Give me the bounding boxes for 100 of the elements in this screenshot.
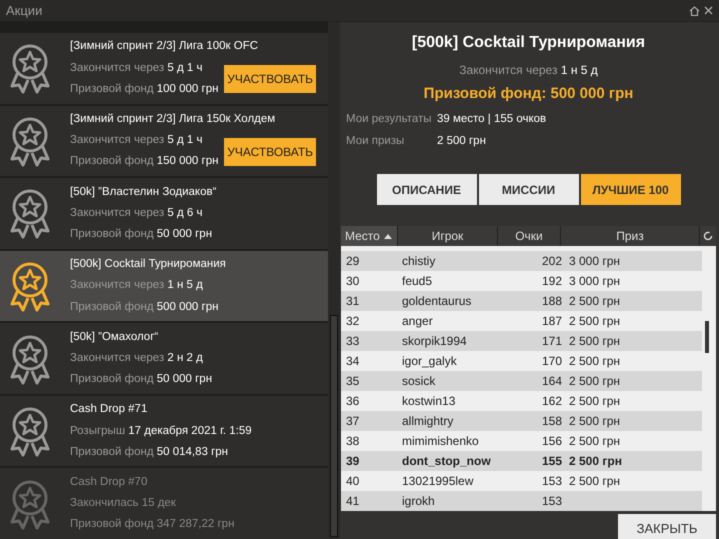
tab[interactable]: ЛУЧШИЕ 100	[580, 174, 680, 205]
scrollbar-thumb[interactable]	[705, 321, 709, 353]
tab[interactable]: МИССИИ	[478, 174, 578, 205]
place-cell-text: 29	[345, 253, 360, 270]
place-cell-text: 34	[345, 353, 360, 370]
my-prizes-label: Мои призы	[346, 134, 406, 149]
place-cell-text: 39	[345, 453, 360, 470]
prize-cell-text: 3 000 грн	[568, 253, 622, 270]
promotion-end-time: Закончится через 5 д 1 ч	[70, 133, 204, 148]
promotion-prize-fund: Призовой фонд 50 000 грн	[70, 372, 212, 388]
prize-cell-text: 3 000 грн	[568, 273, 622, 290]
promotion-item[interactable]: Cash Drop #70 Закончилась 15 дек Призовой фонд 347 287,22 грн	[0, 468, 328, 539]
promotion-end-time: Закончится через 5 д 1 ч	[70, 60, 204, 76]
prize-cell-text: 2 500 грн	[568, 433, 622, 450]
player-cell-text: igrokh	[401, 493, 436, 510]
place-cell-text: 36	[345, 393, 360, 410]
place-cell-text: 35	[345, 373, 360, 390]
end-time-text: Закончится через 1 н 5 д	[458, 62, 599, 79]
player-cell-text: skorpik1994	[401, 333, 468, 350]
promotion-end-time: Закончится через 1 н 5 д	[70, 278, 204, 294]
place-cell-text: 40	[345, 473, 360, 490]
column-header[interactable]: Место	[341, 226, 398, 246]
my-results-label: Мои результаты	[346, 112, 433, 126]
home-icon[interactable]	[689, 6, 700, 16]
my-results-value: 39 место | 155 очков	[437, 112, 546, 126]
points-cell-text: 153	[540, 473, 562, 490]
promotion-prize-fund: Призовой фонд 500 000 грн	[70, 300, 220, 315]
join-button[interactable]: УЧАСТВОВАТЬ	[224, 138, 316, 166]
close-icon[interactable]	[704, 6, 713, 15]
promotion-item[interactable]: [Зимний спринт 2/3] Лига 150к Холдем Закончится через 5 д 1 ч Призовой фонд 150 000 грн УЧАСТВОВАТЬ	[0, 106, 328, 176]
player-cell-text: kostwin13	[401, 393, 456, 410]
promotion-title: Cash Drop #71	[70, 402, 148, 418]
promotion-item[interactable]: [Зимний спринт 2/3] Лига 100к OFC Закончится через 5 д 1 ч Призовой фонд 100 000 грн УЧАСТВОВАТЬ	[0, 33, 328, 104]
prize-cell-text: 2 500 грн	[568, 353, 622, 370]
promotion-end-time: Закончилась 15 дек	[70, 496, 177, 512]
promotion-title: [50k] ”Властелин Зодиаков“	[70, 184, 216, 200]
prize-cell-text: 2 500 грн	[568, 393, 622, 410]
promotion-prize-fund: Призовой фонд 50 000 грн	[70, 227, 214, 242]
close-button[interactable]: ЗАКРЫТЬ	[618, 514, 716, 539]
promotion-item[interactable]: [50k] ”Омахолог“ Закончится через 2 н 2 д Призовой фонд 50 000 грн	[0, 323, 328, 394]
column-header[interactable]: Игрок	[398, 226, 498, 246]
sort-ascending-icon	[384, 234, 392, 238]
promotion-title: [Зимний спринт 2/3] Лига 150к Холдем	[70, 112, 276, 127]
player-cell-text: mimimishenko	[401, 433, 480, 450]
promotion-end-time: Розыгрыш 17 декабря 2021 г. 1:59	[70, 424, 252, 439]
place-cell-text: 30	[345, 273, 360, 290]
scrollbar-thumb[interactable]	[330, 315, 338, 537]
points-cell-text: 188	[540, 293, 562, 310]
prize-cell-text: 2 500 грн	[568, 473, 622, 490]
prize-cell-text: 2 500 грн	[568, 293, 622, 310]
promotion-end-time: Закончится через 5 д 6 ч	[70, 206, 204, 221]
medal-icon	[9, 478, 51, 530]
points-cell-text: 164	[540, 373, 562, 390]
column-header[interactable]: Приз	[561, 226, 700, 246]
medal-icon	[9, 332, 51, 385]
prize-cell-text: 2 500 грн	[568, 413, 622, 430]
promotion-prize-fund: Призовой фонд 50 014,83 грн	[70, 444, 230, 460]
promotion-title: [50k] ”Омахолог“	[70, 330, 160, 345]
promotion-title: [Зимний спринт 2/3] Лига 100к OFC	[70, 39, 258, 54]
player-cell-text: igor_galyk	[401, 353, 458, 370]
player-cell-text: anger	[401, 313, 434, 330]
promotion-prize-fund: Призовой фонд 150 000 грн	[70, 154, 220, 170]
promotion-item[interactable]: [500k] Cocktail Турниромания Закончится через 1 н 5 д Призовой фонд 500 000 грн	[0, 250, 328, 322]
my-prizes-value: 2 500 грн	[437, 134, 486, 149]
tab[interactable]: ОПИСАНИЕ	[376, 174, 476, 205]
medal-icon	[9, 187, 51, 240]
promotion-title: [500k] Cocktail Турниромания	[70, 257, 226, 272]
points-cell-text: 153	[540, 493, 562, 510]
refresh-icon[interactable]	[703, 231, 713, 241]
join-button[interactable]: УЧАСТВОВАТЬ	[224, 65, 316, 93]
points-cell-text: 158	[540, 413, 562, 430]
column-header[interactable]: Очки	[498, 226, 561, 246]
prize-cell-text: 2 500 грн	[568, 313, 622, 330]
promotion-item[interactable]: Cash Drop #71 Розыгрыш 17 декабря 2021 г. 1:59 Призовой фонд 50 014,83 грн	[0, 396, 328, 466]
window-title: Акции	[6, 2, 42, 20]
medal-icon	[9, 114, 51, 167]
player-cell-text: dont_stop_now	[401, 453, 492, 470]
place-cell-text: 41	[345, 493, 360, 510]
prize-cell-text: 2 500 грн	[568, 453, 623, 470]
place-cell-text: 37	[345, 413, 360, 430]
promotion-prize-fund: Призовой фонд 100 000 грн	[70, 82, 220, 97]
player-cell-text: feud5	[401, 273, 434, 290]
promotion-heading: [500k] Cocktail Турниромания	[410, 33, 646, 53]
player-cell-text: goldentaurus	[401, 293, 472, 310]
place-cell-text: 33	[345, 333, 360, 350]
player-cell-text: 13021995lew	[401, 473, 474, 490]
promotion-end-time: Закончится через 2 н 2 д	[70, 350, 204, 366]
points-cell-text: 156	[540, 433, 562, 450]
prize-cell-text: 2 500 грн	[568, 333, 622, 350]
promotion-item[interactable]: [50k] ”Властелин Зодиаков“ Закончится через 5 д 6 ч Призовой фонд 50 000 грн	[0, 178, 328, 249]
points-cell-text: 192	[540, 273, 562, 290]
points-cell-text: 170	[540, 353, 562, 370]
prize-cell-text: 2 500 грн	[568, 373, 622, 390]
points-cell-text: 187	[540, 313, 562, 330]
points-cell-text: 202	[540, 253, 562, 270]
place-cell-text: 31	[345, 293, 360, 310]
place-cell-text: 32	[345, 313, 360, 330]
promotion-title: Cash Drop #70	[70, 474, 148, 490]
points-cell-text: 155	[540, 453, 562, 470]
player-cell-text: chistiy	[401, 253, 436, 270]
